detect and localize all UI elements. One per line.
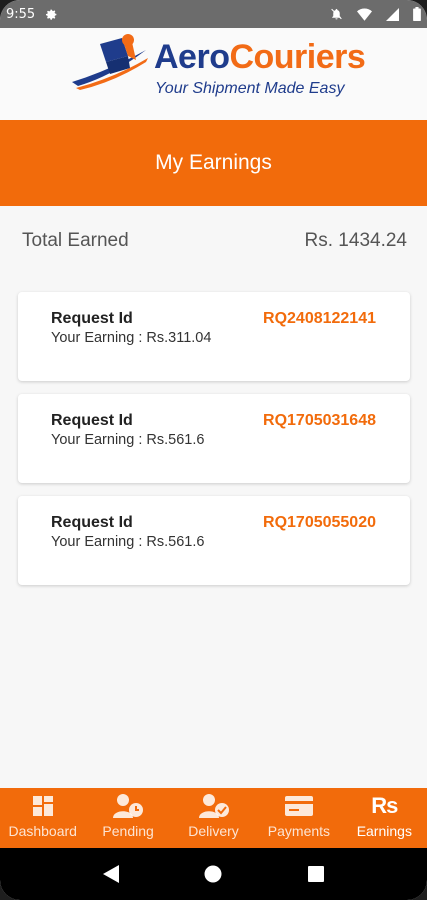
- earning-amount: Your Earning : Rs.561.6: [51, 534, 205, 550]
- bottom-navigation: Dashboard Pending Delivery Payments Rs E…: [0, 788, 427, 848]
- recents-icon[interactable]: [296, 854, 336, 894]
- dashboard-icon: [32, 792, 53, 820]
- total-earned-label: Total Earned: [22, 230, 129, 251]
- earning-amount: Your Earning : Rs.311.04: [51, 330, 212, 346]
- payments-icon: [284, 792, 313, 820]
- nav-label-pending: Pending: [102, 823, 154, 839]
- nav-label-earnings: Earnings: [356, 823, 412, 839]
- nav-item-pending[interactable]: Pending: [85, 788, 170, 848]
- request-id-value: RQ2408122141: [263, 310, 376, 327]
- battery-icon: [413, 7, 421, 21]
- brand-name: AeroCouriers: [154, 38, 366, 77]
- wifi-icon: [357, 8, 372, 21]
- request-id-label: Request Id: [51, 514, 133, 531]
- brand-name-part2: Couriers: [229, 38, 366, 76]
- nav-item-payments[interactable]: Payments: [256, 788, 341, 848]
- nav-item-dashboard[interactable]: Dashboard: [0, 788, 85, 848]
- total-earned-value: Rs. 1434.24: [304, 230, 407, 251]
- delivery-icon: [198, 792, 229, 820]
- rupee-glyph: Rs: [371, 793, 398, 818]
- request-id-value: RQ1705055020: [263, 514, 376, 531]
- signal-icon: [386, 7, 399, 21]
- back-icon[interactable]: [91, 854, 131, 894]
- brand-tagline: Your Shipment Made Easy: [155, 80, 345, 97]
- nav-item-delivery[interactable]: Delivery: [171, 788, 256, 848]
- pending-icon: [113, 792, 144, 820]
- request-id-label: Request Id: [51, 412, 133, 429]
- request-id-value: RQ1705031648: [263, 412, 376, 429]
- notification-off-icon: [330, 7, 343, 21]
- rupee-icon: Rs: [371, 792, 398, 820]
- nav-item-earnings[interactable]: Rs Earnings: [342, 788, 427, 848]
- status-bar: 9:55: [0, 0, 427, 28]
- total-earned-row: Total Earned Rs. 1434.24: [22, 228, 407, 254]
- app-screen: 9:55 AeroCouriers Your Shipment Made Eas…: [0, 0, 427, 900]
- nav-label-payments: Payments: [267, 823, 331, 839]
- earning-card[interactable]: Request Id Your Earning : Rs.311.04 RQ24…: [18, 292, 410, 381]
- request-id-label: Request Id: [51, 310, 133, 327]
- brand-name-part1: Aero: [154, 38, 230, 76]
- home-icon[interactable]: [193, 854, 233, 894]
- nav-label-delivery: Delivery: [188, 823, 239, 839]
- status-time: 9:55: [6, 6, 36, 22]
- earning-card[interactable]: Request Id Your Earning : Rs.561.6 RQ170…: [18, 496, 410, 585]
- earning-card[interactable]: Request Id Your Earning : Rs.561.6 RQ170…: [18, 394, 410, 483]
- system-navigation-bar: [0, 848, 427, 900]
- earning-amount: Your Earning : Rs.561.6: [51, 432, 205, 448]
- gear-icon: [45, 8, 58, 21]
- page-title: My Earnings: [155, 151, 272, 174]
- page-title-bar: My Earnings: [0, 120, 427, 206]
- nav-label-dashboard: Dashboard: [8, 823, 77, 839]
- brand-header: AeroCouriers Your Shipment Made Easy: [0, 28, 427, 120]
- courier-logo-icon: [70, 32, 150, 95]
